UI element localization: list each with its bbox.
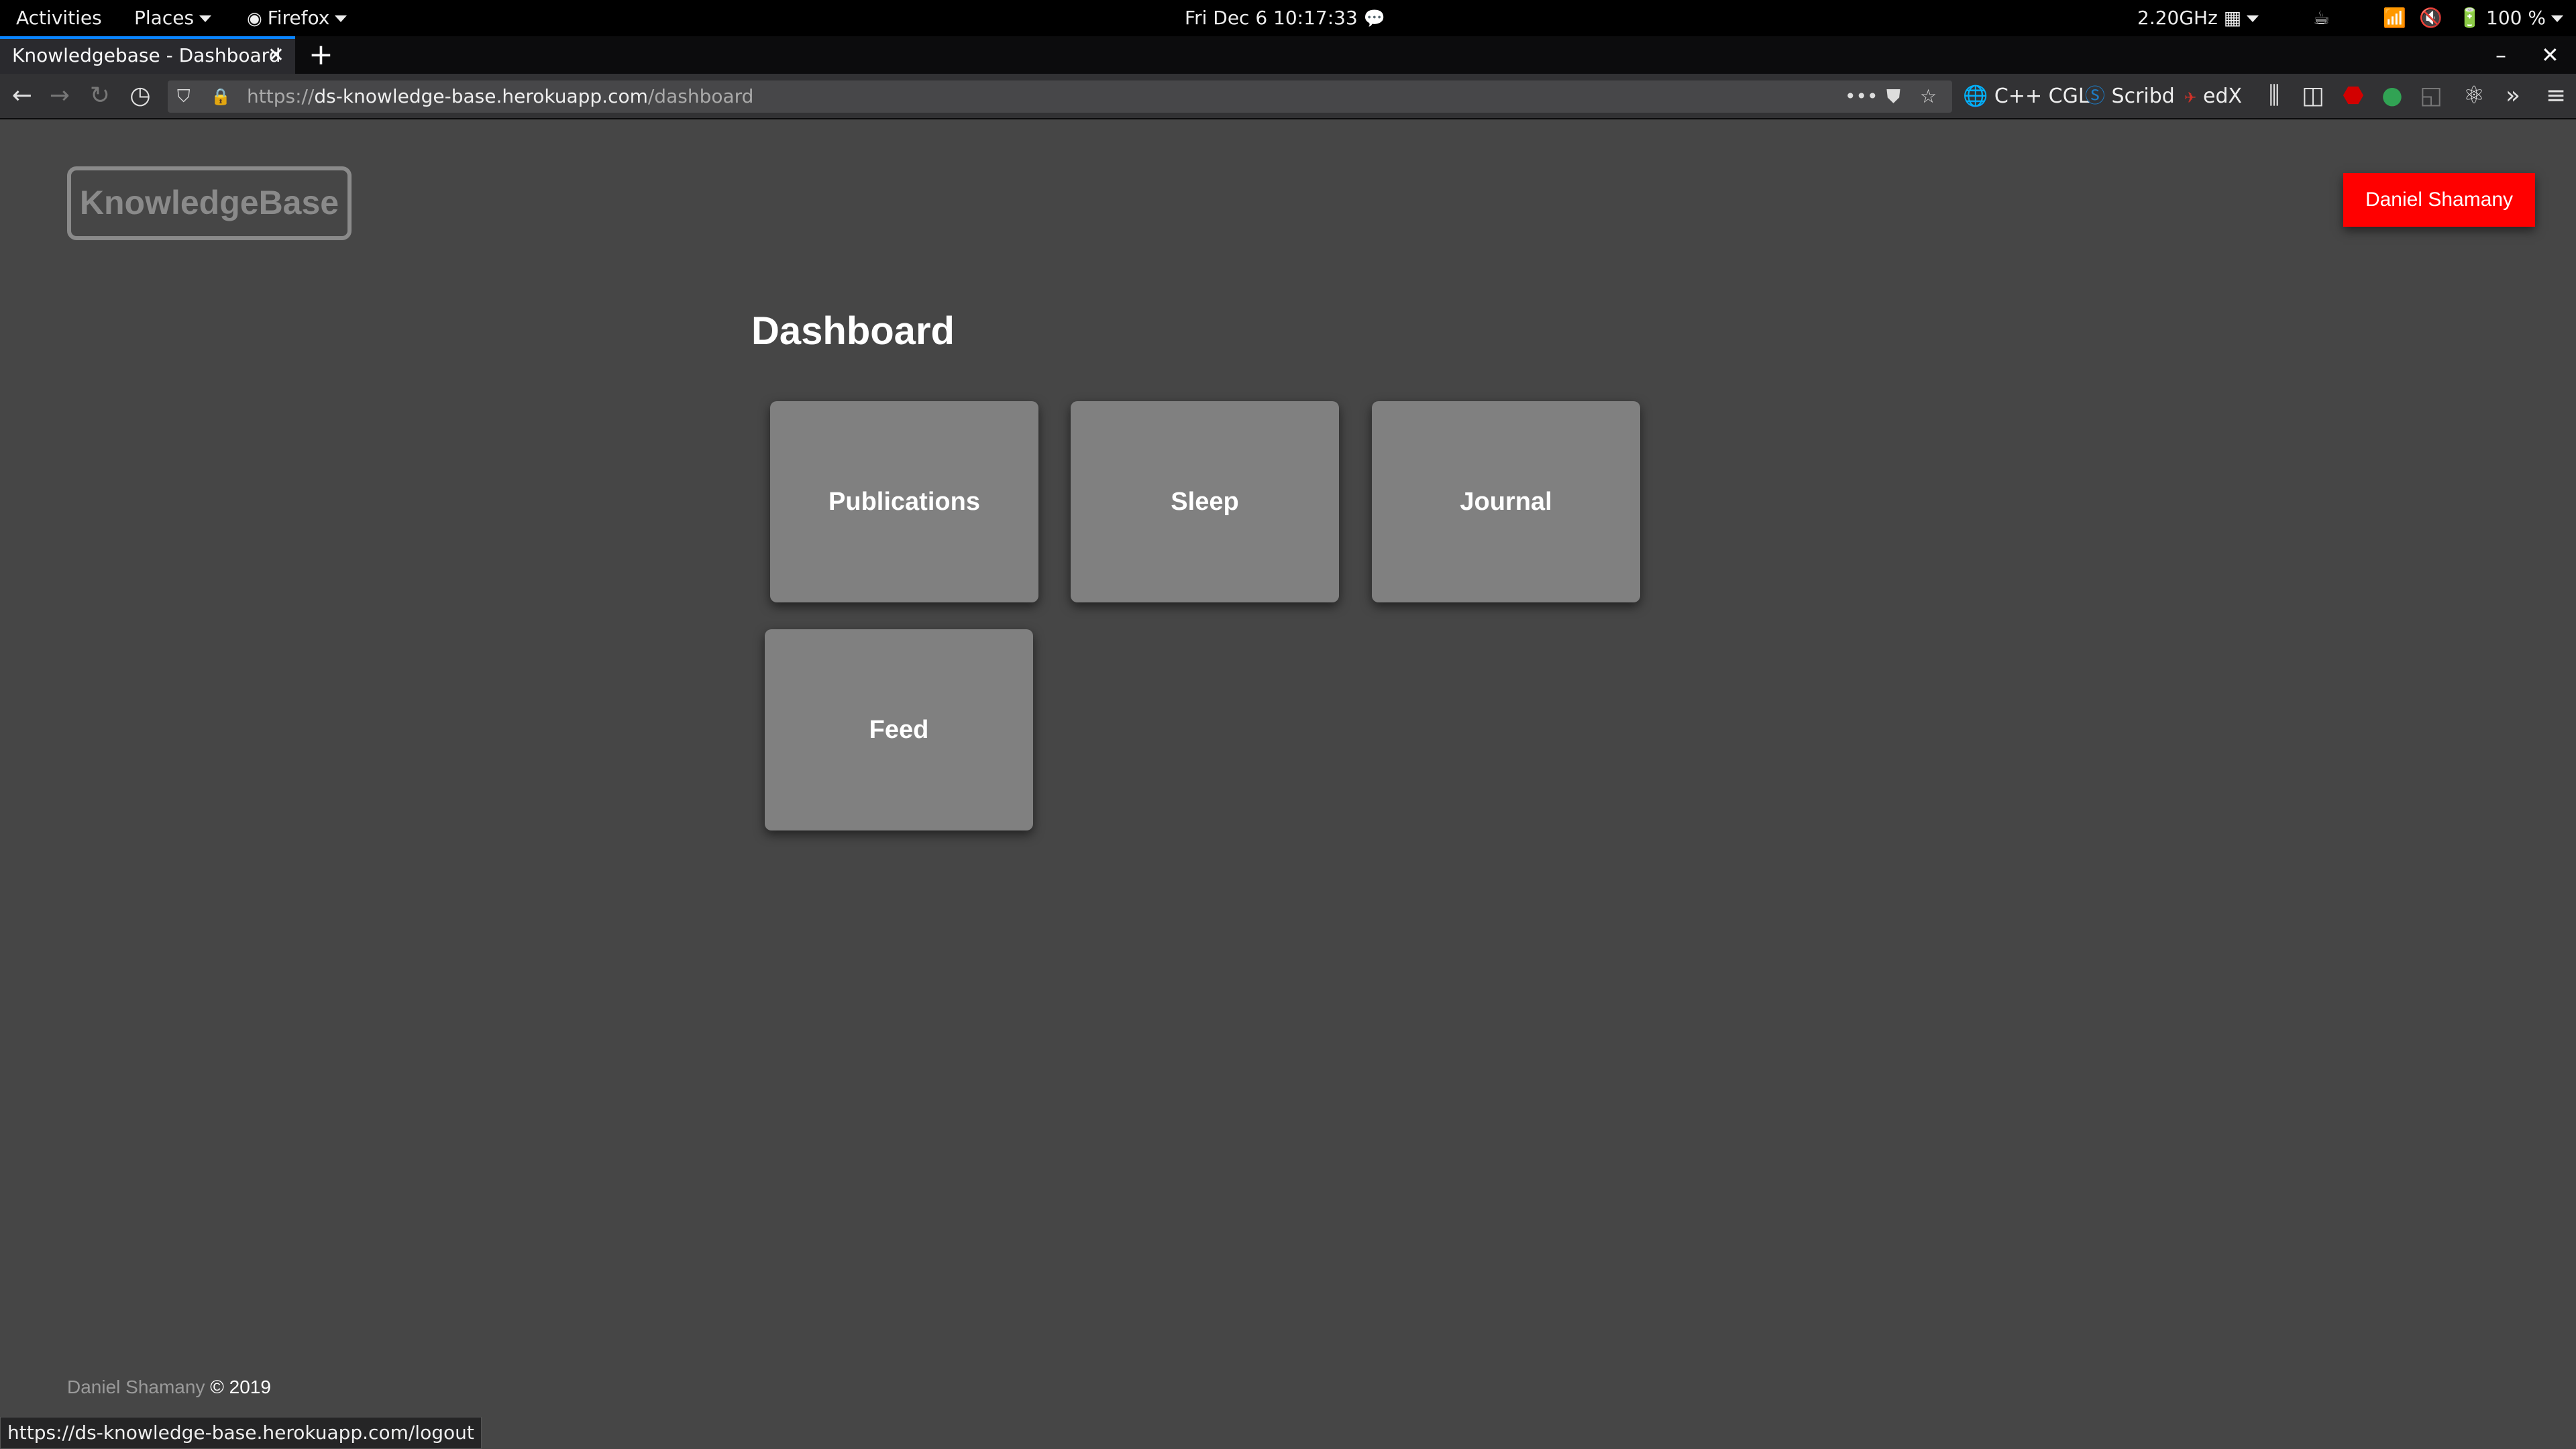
- globe-icon: 🌐: [1963, 85, 1988, 108]
- url-protocol: https://: [247, 85, 315, 107]
- chat-bubble-icon: 💬: [1363, 9, 1386, 29]
- clock-text: Fri Dec 6 10:17:33: [1185, 7, 1358, 29]
- history-clock-icon[interactable]: ◷: [123, 74, 157, 119]
- minimize-window-icon[interactable]: –: [2496, 39, 2506, 71]
- library-icon[interactable]: ⫼: [2258, 74, 2290, 119]
- tracking-shield-icon[interactable]: ⛉: [177, 80, 191, 113]
- url-path: /dashboard: [647, 85, 754, 107]
- chevron-down-icon: [2551, 15, 2563, 22]
- link-status-bar: https://ds-knowledge-base.herokuapp.com/…: [0, 1417, 482, 1449]
- firefox-label: Firefox: [267, 7, 330, 29]
- url-host: ds-knowledge-base.herokuapp.com: [314, 85, 648, 107]
- bookmark-label: Scribd: [2111, 85, 2175, 108]
- places-label: Places: [134, 7, 195, 29]
- volume-muted-icon: 🔇: [2419, 7, 2443, 29]
- bookmark-cpp-cgl[interactable]: 🌐 C++ CGL: [1963, 74, 2090, 119]
- overflow-chevrons-icon[interactable]: »: [2497, 74, 2529, 119]
- tab-strip: Knowledgebase - Dashboard ✕ + – ✕: [0, 36, 2576, 74]
- places-menu[interactable]: Places: [134, 0, 212, 36]
- address-bar[interactable]: ⛉ 🔒 https://ds-knowledge-base.herokuapp.…: [168, 80, 1952, 113]
- close-window-icon[interactable]: ✕: [2541, 39, 2559, 71]
- scribd-icon: Ⓢ: [2085, 85, 2105, 108]
- chevron-down-icon: [199, 15, 212, 22]
- lock-icon[interactable]: 🔒: [211, 80, 231, 113]
- page-actions-ellipsis-icon[interactable]: •••: [1845, 80, 1878, 113]
- coffee-icon[interactable]: ☕: [2313, 0, 2330, 36]
- footer-author: Daniel Shamany: [67, 1377, 205, 1397]
- system-top-bar: Activities Places ◉ Firefox Fri Dec 6 10:…: [0, 0, 2576, 36]
- bookmark-label: edX: [2202, 85, 2243, 108]
- ublock-origin-icon[interactable]: ⬣: [2337, 74, 2369, 119]
- url-text: https://ds-knowledge-base.herokuapp.com/…: [247, 80, 753, 113]
- react-devtools-icon[interactable]: ⚛: [2458, 74, 2490, 119]
- bookmark-label: C++ CGL: [1994, 85, 2090, 108]
- bookmark-star-icon[interactable]: ☆: [1920, 80, 1937, 113]
- chevron-down-icon: [2247, 15, 2259, 22]
- extension-b-plus-icon[interactable]: ●: [2376, 74, 2408, 119]
- activities-button[interactable]: Activities: [16, 0, 102, 36]
- bookmark-edx[interactable]: ✈ edX: [2184, 74, 2242, 119]
- bookmark-scribd[interactable]: Ⓢ Scribd: [2085, 74, 2175, 119]
- edx-icon: ✈: [2184, 90, 2197, 107]
- knowledgebase-logo[interactable]: KnowledgeBase: [67, 166, 352, 240]
- card-sleep[interactable]: Sleep: [1071, 401, 1339, 602]
- new-tab-plus-icon[interactable]: +: [309, 39, 333, 71]
- page-title: Dashboard: [751, 309, 955, 353]
- card-journal[interactable]: Journal: [1372, 401, 1640, 602]
- sidebar-icon[interactable]: ◫: [2297, 74, 2329, 119]
- firefox-small-icon: ◉: [247, 9, 262, 29]
- card-feed[interactable]: Feed: [765, 629, 1033, 830]
- cpu-frequency-indicator[interactable]: 2.20GHz ▦: [2137, 0, 2259, 36]
- cpu-frequency-text: 2.20GHz: [2137, 7, 2218, 29]
- user-account-button[interactable]: Daniel Shamany: [2343, 173, 2535, 227]
- forward-arrow-icon[interactable]: →: [43, 74, 76, 119]
- cast-icon[interactable]: ◱: [2415, 74, 2447, 119]
- chevron-down-icon: [335, 15, 347, 22]
- battery-icon: 🔋: [2458, 7, 2481, 29]
- pocket-icon[interactable]: ⛊: [1886, 80, 1900, 113]
- close-tab-icon[interactable]: ✕: [268, 39, 284, 72]
- chip-icon: ▦: [2223, 7, 2242, 29]
- hamburger-menu-icon[interactable]: ≡: [2540, 74, 2572, 119]
- card-publications[interactable]: Publications: [770, 401, 1038, 602]
- system-menu[interactable]: 100 %: [2486, 0, 2563, 36]
- back-arrow-icon[interactable]: ←: [5, 74, 39, 119]
- footer-copyright: © 2019: [210, 1377, 271, 1397]
- battery-percent-text: 100 %: [2486, 7, 2546, 29]
- footer: Daniel Shamany © 2019: [67, 1377, 271, 1398]
- clock[interactable]: Fri Dec 6 10:17:33 💬: [1185, 0, 1385, 36]
- tab-knowledgebase-dashboard[interactable]: Knowledgebase - Dashboard ✕: [0, 36, 295, 74]
- navigation-toolbar: ← → ↻ ◷ ⛉ 🔒 https://ds-knowledge-base.he…: [0, 74, 2576, 119]
- firefox-app-menu[interactable]: ◉ Firefox: [247, 0, 347, 36]
- tab-title: Knowledgebase - Dashboard: [12, 44, 281, 66]
- wifi-icon: 📶: [2383, 7, 2406, 29]
- reload-icon[interactable]: ↻: [83, 74, 117, 119]
